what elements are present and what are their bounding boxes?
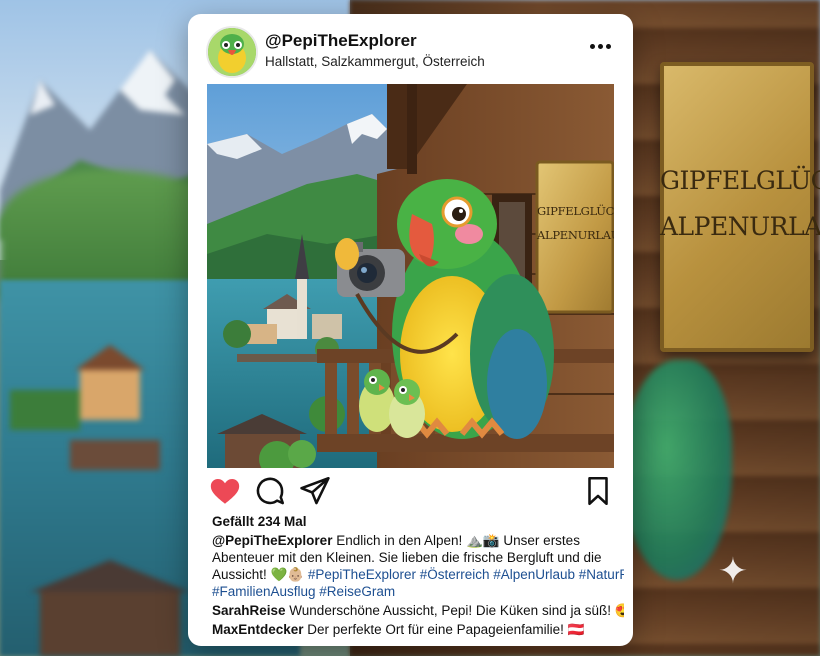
post-caption: @PepiTheExplorer Endlich in den Alpen! ⛰…: [212, 532, 624, 600]
caption-author[interactable]: @PepiTheExplorer: [212, 533, 332, 548]
comment-item: SarahReise Wunderschöne Aussicht, Pepi! …: [212, 602, 624, 619]
comment-author[interactable]: MaxEntdecker: [212, 622, 304, 637]
photo-sign-line1: GIPFELGLÜCK: [537, 204, 614, 218]
bookmark-icon[interactable]: [581, 474, 615, 508]
caption-hashtags-2[interactable]: #FamilienAusflug #ReiseGram: [212, 583, 624, 600]
post-username[interactable]: @PepiTheExplorer: [265, 31, 417, 51]
photo-sign-text: GIPFELGLÜCK ALPENURLAUB: [537, 199, 614, 247]
send-icon[interactable]: [298, 474, 332, 508]
background-plaque-text: GIPFELGLÜCK ALPENURLAUB: [660, 158, 820, 250]
caption-hashtags-1[interactable]: #PepiTheExplorer #Österreich #AlpenUrlau…: [308, 567, 624, 582]
comment-text: Der perfekte Ort für eine Papageienfamil…: [303, 622, 585, 637]
caption-line3: Aussicht! 💚👶🏼: [212, 567, 308, 582]
like-count[interactable]: Gefällt 234 Mal: [212, 514, 307, 529]
avatar[interactable]: [206, 26, 258, 78]
post-action-bar: [188, 474, 633, 510]
more-options-icon[interactable]: [586, 36, 616, 56]
background-plaque-line1: GIPFELGLÜCK: [660, 166, 820, 195]
heart-icon[interactable]: [208, 474, 242, 508]
caption-line2: Abenteuer mit den Kleinen. Sie lieben di…: [212, 550, 602, 565]
caption-line1: Endlich in den Alpen! ⛰️📸 Unser erstes: [332, 533, 580, 548]
background-parrot-wing: [622, 360, 732, 580]
comment-item: MaxEntdecker Der perfekte Ort für eine P…: [212, 621, 624, 638]
comment-icon[interactable]: [253, 474, 287, 508]
post-photo[interactable]: GIPFELGLÜCK ALPENURLAUB: [207, 84, 614, 468]
photo-sign-line2: ALPENURLAUB: [537, 228, 614, 242]
comment-text: Wunderschöne Aussicht, Pepi! Die Küken s…: [285, 603, 624, 618]
sparkle-icon: ✦: [717, 550, 749, 591]
background-plaque-line2: ALPENURLAUB: [660, 212, 820, 241]
post-location[interactable]: Hallstatt, Salzkammergut, Österreich: [265, 54, 485, 69]
photo-scene: [207, 84, 614, 468]
post-header: @PepiTheExplorer Hallstatt, Salzkammergu…: [188, 14, 633, 84]
parrot-avatar-icon: [208, 28, 256, 76]
post-card: @PepiTheExplorer Hallstatt, Salzkammergu…: [188, 14, 633, 646]
background-village: [10, 345, 190, 656]
comment-author[interactable]: SarahReise: [212, 603, 286, 618]
